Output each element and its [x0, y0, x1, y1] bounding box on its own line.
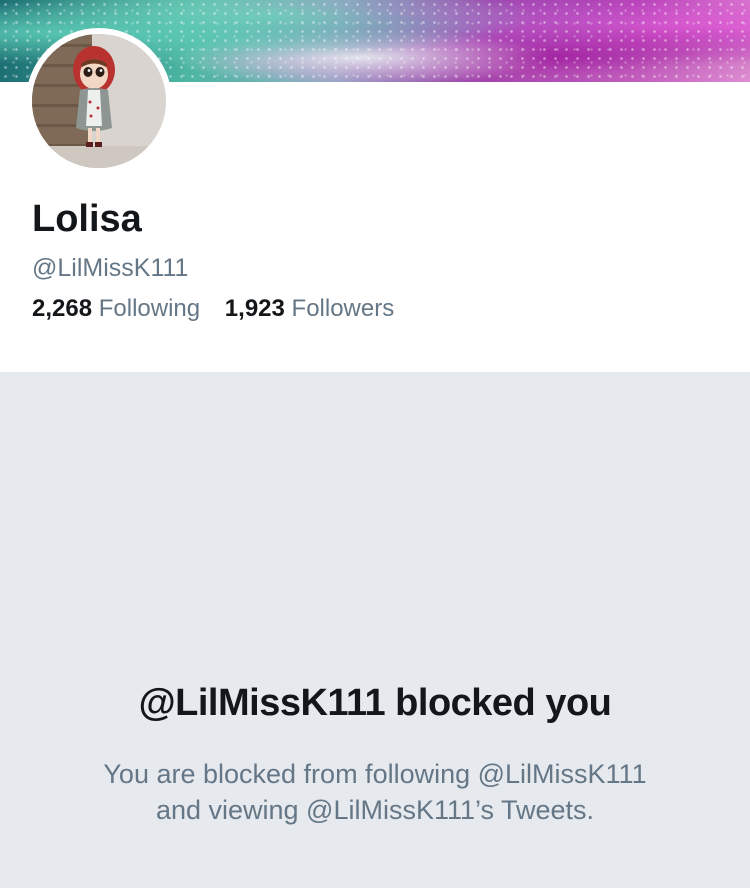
blocked-description-line-2: and viewing @LilMissK111’s Tweets. [155, 795, 595, 825]
blocked-description-line-1: You are blocked from following @LilMissK… [103, 759, 647, 789]
followers-count: 1,923 [224, 295, 285, 322]
doll-photo [32, 34, 166, 168]
avatar-photo [32, 34, 166, 168]
blocked-description: You are blocked from following @LilMissK… [55, 756, 695, 828]
avatar[interactable] [26, 28, 172, 174]
profile-handle: @LilMissK111 [32, 254, 189, 282]
following-count: 2,268 [32, 295, 93, 322]
profile-header: Lolisa @LilMissK111 2,268 Following 1,92… [0, 28, 750, 372]
blocked-title: @LilMissK111 blocked you [138, 682, 612, 724]
followers-label: Followers [291, 295, 395, 322]
followers-stat[interactable]: 1,923 Followers [225, 293, 394, 325]
following-label: Following [98, 295, 201, 322]
following-stat[interactable]: 2,268 Following [32, 293, 200, 325]
profile-name: Lolisa [32, 198, 142, 240]
blocked-notice: @LilMissK111 blocked you You are blocked… [0, 680, 750, 828]
profile-stats: 2,268 Following 1,923 Followers [32, 293, 412, 325]
